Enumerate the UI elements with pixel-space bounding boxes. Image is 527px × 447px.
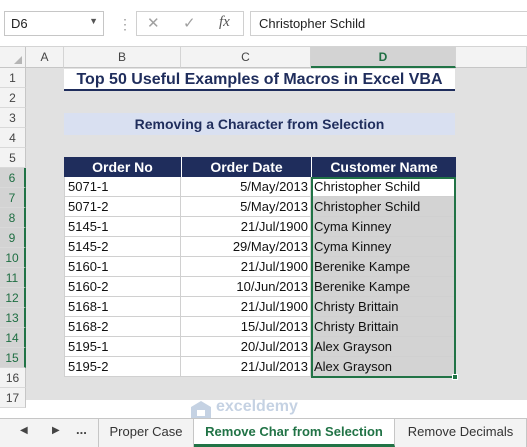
row-header-12[interactable]: 12 [0,288,26,308]
cell-order-date[interactable]: 21/Jul/1900 [181,297,311,317]
cell-customer-name[interactable]: Christy Brittain [311,297,455,317]
cell-order-date[interactable]: 20/Jul/2013 [181,337,311,357]
exceldemy-logo-icon [191,401,211,419]
column-header-empty[interactable] [456,47,527,68]
row-header-15[interactable]: 15 [0,348,26,368]
row-header-10[interactable]: 10 [0,248,26,268]
row-header-16[interactable]: 16 [0,368,26,388]
row-header-8[interactable]: 8 [0,208,26,228]
cell-order-date[interactable]: 21/Jul/2013 [181,357,311,377]
formula-input[interactable]: Christopher Schild [250,11,527,36]
prev-sheet-icon[interactable]: ◀ [20,425,28,436]
tab-proper-case[interactable]: Proper Case [98,419,194,447]
header-order-date: Order Date [181,157,311,177]
cell-order-date[interactable]: 21/Jul/1900 [181,257,311,277]
sheet-tab-bar: ◀ ▶ ... Proper Case Remove Char from Sel… [0,418,527,447]
cell-order-no[interactable]: 5145-1 [64,217,181,237]
cell-order-no[interactable]: 5195-1 [64,337,181,357]
cell-customer-name[interactable]: Cyma Kinney [311,217,455,237]
cell-order-no[interactable]: 5071-2 [64,197,181,217]
exceldemy-watermark: exceldemy [190,398,330,420]
column-header-b[interactable]: B [64,47,181,68]
cell-order-no[interactable]: 5160-2 [64,277,181,297]
cell-order-date[interactable]: 5/May/2013 [181,197,311,217]
cell-order-date[interactable]: 15/Jul/2013 [181,317,311,337]
row-header-7[interactable]: 7 [0,188,26,208]
cell-customer-name[interactable]: Christopher Schild [311,177,455,197]
row-header-2[interactable]: 2 [0,88,26,108]
cell-order-date[interactable]: 5/May/2013 [181,177,311,197]
header-order-no: Order No [64,157,181,177]
insert-function-icon[interactable]: fx [219,14,230,31]
cell-customer-name[interactable]: Christy Brittain [311,317,455,337]
cell-order-no[interactable]: 5160-1 [64,257,181,277]
cell-order-date[interactable]: 29/May/2013 [181,237,311,257]
cell-order-no[interactable]: 5168-1 [64,297,181,317]
sheet-title: Top 50 Useful Examples of Macros in Exce… [64,69,455,91]
tab-remove-decimals[interactable]: Remove Decimals [395,419,527,447]
formula-buttons: ✕ ✓ fx [136,11,244,36]
cell-order-no[interactable]: 5071-1 [64,177,181,197]
row-header-5[interactable]: 5 [0,148,26,168]
check-icon[interactable]: ✓ [183,14,196,32]
select-all-corner[interactable] [0,47,26,68]
fill-handle[interactable] [452,374,458,380]
row-header-6[interactable]: 6 [0,168,26,188]
cell-customer-name[interactable]: Cyma Kinney [311,237,455,257]
drag-handle-icon[interactable]: ⋮ [118,16,132,33]
name-box[interactable]: D6 ▼ [4,11,104,36]
row-header-1[interactable]: 1 [0,68,26,88]
cell-customer-name[interactable]: Alex Grayson [311,337,455,357]
cell-order-no[interactable]: 5195-2 [64,357,181,377]
row-header-13[interactable]: 13 [0,308,26,328]
cell-order-date[interactable]: 10/Jun/2013 [181,277,311,297]
cell-customer-name[interactable]: Berenike Kampe [311,277,455,297]
row-header-17[interactable]: 17 [0,388,26,408]
sheet-subtitle: Removing a Character from Selection [64,113,455,135]
tab-remove-char-from-selection[interactable]: Remove Char from Selection [194,419,395,447]
cancel-icon[interactable]: ✕ [147,14,160,32]
cell-order-date[interactable]: 21/Jul/1900 [181,217,311,237]
header-customer-name: Customer Name [311,157,456,177]
watermark-text: exceldemy [216,398,298,415]
cell-customer-name[interactable]: Alex Grayson [311,357,455,377]
more-sheets-button[interactable]: ... [76,422,87,437]
chevron-down-icon[interactable]: ▼ [89,16,98,26]
formula-bar: D6 ▼ ⋮ ✕ ✓ fx Christopher Schild [0,0,527,47]
next-sheet-icon[interactable]: ▶ [52,425,60,436]
column-header-c[interactable]: C [181,47,311,68]
column-header-d[interactable]: D [311,47,456,68]
cell-order-no[interactable]: 5145-2 [64,237,181,257]
column-header-a[interactable]: A [26,47,64,68]
cell-order-no[interactable]: 5168-2 [64,317,181,337]
row-header-3[interactable]: 3 [0,108,26,128]
cell-customer-name[interactable]: Berenike Kampe [311,257,455,277]
row-header-9[interactable]: 9 [0,228,26,248]
name-box-value: D6 [11,16,28,31]
row-header-11[interactable]: 11 [0,268,26,288]
row-header-14[interactable]: 14 [0,328,26,348]
cell-customer-name[interactable]: Christopher Schild [311,197,455,217]
row-header-4[interactable]: 4 [0,128,26,148]
